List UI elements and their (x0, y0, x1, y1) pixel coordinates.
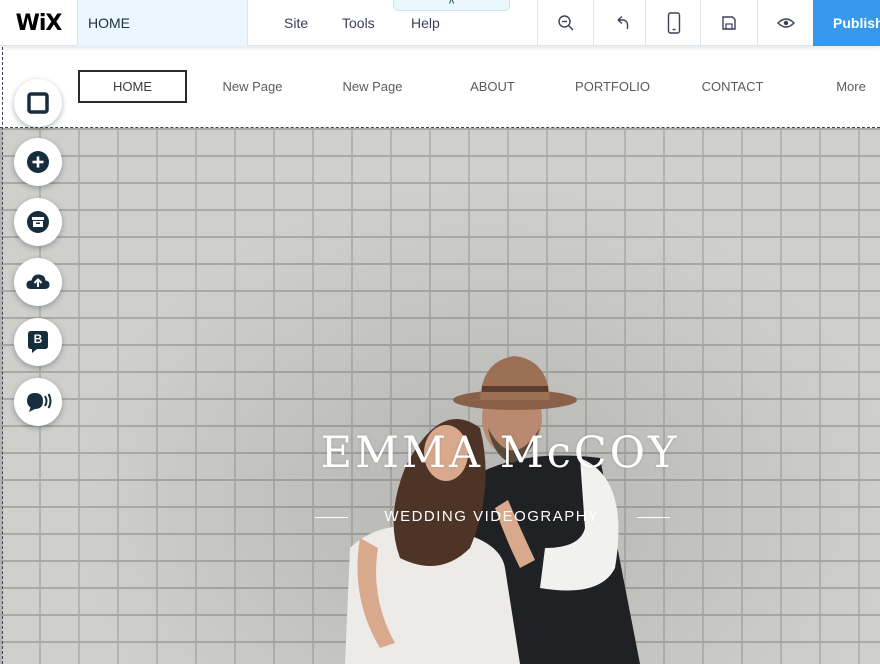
save-button[interactable] (700, 0, 756, 46)
menu-site[interactable]: Site (284, 0, 308, 46)
background-icon (27, 92, 49, 114)
collapse-topbar-tab[interactable]: ^ (393, 0, 510, 11)
upload-icon (26, 274, 50, 289)
undo-button[interactable] (593, 0, 649, 46)
site-nav-portfolio[interactable]: PORTFOLIO (565, 70, 660, 103)
mobile-view-button[interactable] (645, 0, 701, 46)
current-page-label: HOME (88, 15, 130, 31)
add-icon (27, 151, 49, 173)
zoom-out-button[interactable] (537, 0, 593, 46)
background-button[interactable] (14, 79, 62, 127)
site-nav-about[interactable]: ABOUT (445, 70, 540, 103)
chat-icon (27, 393, 52, 412)
hero-title[interactable]: EMMA McCOY (260, 428, 740, 478)
save-icon (721, 16, 736, 30)
page-selector[interactable]: HOME (77, 0, 248, 46)
preview-button[interactable] (757, 0, 813, 46)
hero-subtitle[interactable]: WEDDING VIDEOGRAPHY (360, 508, 624, 525)
app-market-icon (27, 211, 49, 233)
zoom-out-icon (557, 15, 573, 31)
site-nav-new-page-1[interactable]: New Page (205, 70, 300, 103)
chat-button[interactable] (14, 378, 62, 426)
blog-letter: B (33, 332, 43, 346)
site-nav-new-page-2[interactable]: New Page (325, 70, 420, 103)
hero-strip[interactable]: EMMA McCOY WEDDING VIDEOGRAPHY (0, 128, 880, 664)
editor-top-bar: WiX HOME Site Tools Help ^ Publish (0, 0, 880, 46)
upload-button[interactable] (14, 258, 62, 306)
couple-photo (345, 356, 640, 664)
preview-icon (776, 18, 795, 28)
app-market-button[interactable] (14, 198, 62, 246)
add-button[interactable] (14, 138, 62, 186)
wix-logo[interactable]: WiX (0, 0, 77, 46)
site-nav-contact[interactable]: CONTACT (685, 70, 780, 103)
hero-divider-right (637, 517, 670, 518)
publish-button[interactable]: Publish (813, 0, 880, 46)
hero-divider-left (315, 517, 348, 518)
menu-tools[interactable]: Tools (342, 0, 375, 46)
header-section-border (0, 127, 880, 128)
undo-icon (617, 15, 628, 29)
mobile-view-icon (667, 12, 680, 34)
site-nav-more[interactable]: More (822, 70, 880, 103)
site-nav-home[interactable]: HOME (78, 70, 187, 103)
blog-button[interactable]: B (14, 318, 62, 366)
page-left-guide (2, 47, 3, 664)
